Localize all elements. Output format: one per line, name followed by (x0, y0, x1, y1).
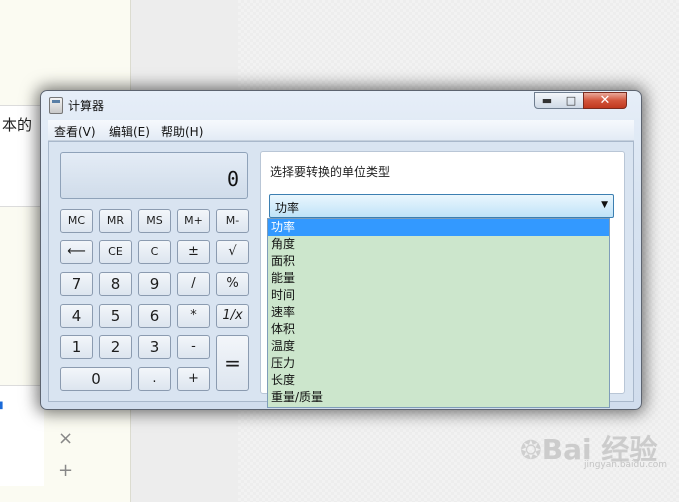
multiply-button[interactable]: * (177, 304, 210, 328)
divide-button[interactable]: / (177, 272, 210, 296)
reciprocal-button[interactable]: 1/x (216, 304, 249, 328)
m-minus-button[interactable]: M- (216, 209, 249, 233)
option-time[interactable]: 时间 (268, 287, 609, 304)
mc-button[interactable]: MC (60, 209, 93, 233)
menu-bar: 查看(V) 编辑(E) 帮助(H) (48, 120, 634, 141)
option-volume[interactable]: 体积 (268, 321, 609, 338)
menu-help[interactable]: 帮助(H) (161, 123, 203, 140)
unit-type-label: 选择要转换的单位类型 (270, 165, 391, 179)
chevron-down-icon[interactable]: ▼ (601, 200, 608, 210)
option-energy[interactable]: 能量 (268, 270, 609, 287)
display-value: 0 (226, 167, 239, 191)
calculator-app-icon (49, 97, 63, 114)
clear-button[interactable]: C (138, 240, 171, 264)
maximize-button[interactable]: □ (559, 92, 584, 109)
add-tool-icon[interactable]: + (58, 460, 73, 481)
background-box: ▮ (0, 385, 44, 486)
menu-edit[interactable]: 编辑(E) (109, 123, 150, 140)
minimize-button[interactable]: ▬ (534, 92, 560, 109)
sqrt-button[interactable]: √ (216, 240, 249, 264)
option-pressure[interactable]: 压力 (268, 355, 609, 372)
unit-type-selected-value: 功率 (275, 201, 300, 215)
unit-type-dropdown-list: 功率 角度 面积 能量 时间 速率 体积 温度 压力 长度 重量/质量 (267, 218, 610, 408)
minus-button[interactable]: - (177, 335, 210, 359)
ms-button[interactable]: MS (138, 209, 171, 233)
digit-7-button[interactable]: 7 (60, 272, 93, 296)
mr-button[interactable]: MR (99, 209, 132, 233)
digit-1-button[interactable]: 1 (60, 335, 93, 359)
ce-button[interactable]: CE (99, 240, 132, 264)
percent-button[interactable]: % (216, 272, 249, 296)
window-title: 计算器 (68, 99, 105, 113)
option-temperature[interactable]: 温度 (268, 338, 609, 355)
option-length[interactable]: 长度 (268, 372, 609, 389)
digit-9-button[interactable]: 9 (138, 272, 171, 296)
watermark-logo: ❂Bai 经验 jingyan.baidu.com (520, 433, 668, 470)
digit-0-button[interactable]: 0 (60, 367, 132, 391)
plus-minus-button[interactable]: ± (177, 240, 210, 264)
digit-8-button[interactable]: 8 (99, 272, 132, 296)
background-text: 本的 (2, 116, 33, 134)
digit-2-button[interactable]: 2 (99, 335, 132, 359)
option-power[interactable]: 功率 (268, 219, 609, 236)
option-area[interactable]: 面积 (268, 253, 609, 270)
option-velocity[interactable]: 速率 (268, 304, 609, 321)
plus-button[interactable]: + (177, 367, 210, 391)
close-tool-icon[interactable]: × (58, 428, 73, 449)
close-button[interactable]: ✕ (583, 92, 627, 109)
option-angle[interactable]: 角度 (268, 236, 609, 253)
digit-5-button[interactable]: 5 (99, 304, 132, 328)
title-bar[interactable]: 计算器 ▬ □ ✕ (41, 91, 641, 119)
digit-6-button[interactable]: 6 (138, 304, 171, 328)
decimal-button[interactable]: . (138, 367, 171, 391)
result-display: 0 (60, 152, 248, 199)
option-weight-mass[interactable]: 重量/质量 (268, 389, 609, 406)
backspace-button[interactable]: ⟵ (60, 240, 93, 264)
unit-type-select[interactable]: 功率 ▼ (269, 194, 614, 218)
digit-3-button[interactable]: 3 (138, 335, 171, 359)
m-plus-button[interactable]: M+ (177, 209, 210, 233)
menu-view[interactable]: 查看(V) (54, 123, 96, 140)
equals-button[interactable]: = (216, 335, 249, 391)
digit-4-button[interactable]: 4 (60, 304, 93, 328)
